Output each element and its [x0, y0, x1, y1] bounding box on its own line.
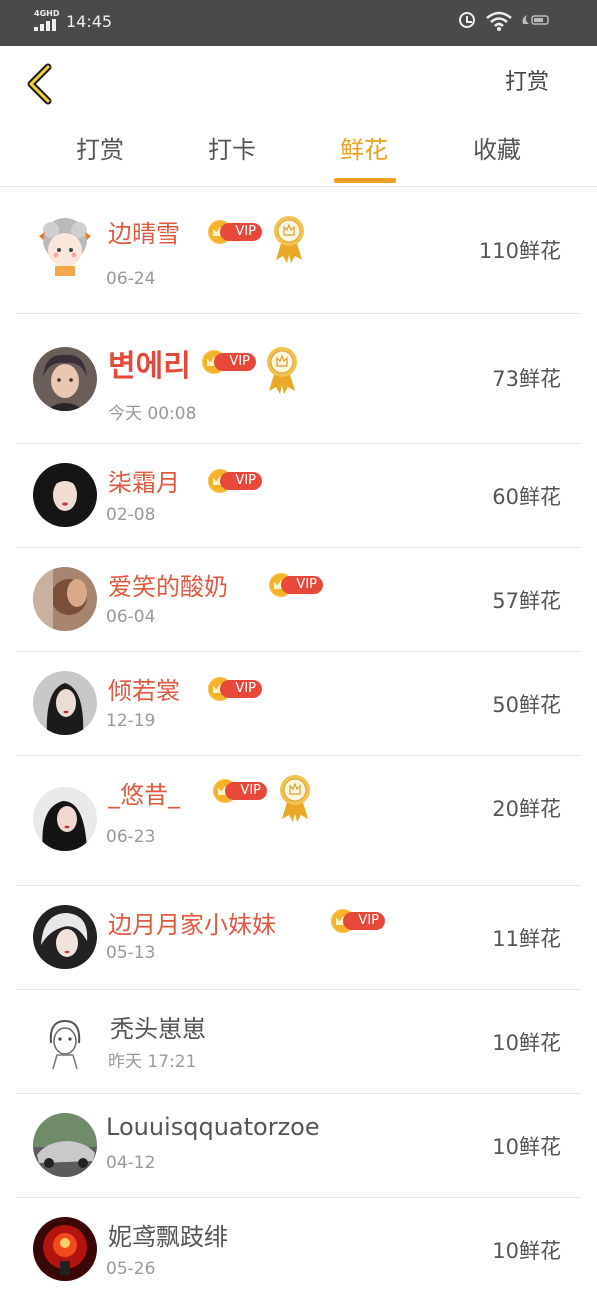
- avatar: [33, 214, 97, 278]
- network-type: 4GHD: [34, 9, 60, 18]
- vip-badge: VIP: [208, 469, 264, 493]
- flower-count: 10鲜花: [492, 1031, 561, 1055]
- flower-count: 73鲜花: [492, 367, 561, 391]
- list-item[interactable]: 爱笑的酸奶 VIP 06-04 57鲜花: [16, 547, 581, 652]
- list-item[interactable]: 边月月家小妹妹 VIP 05-13 11鲜花: [16, 885, 581, 990]
- list-item[interactable]: 倾若裳 VIP 12-19 50鲜花: [16, 651, 581, 756]
- date: 05-26: [106, 1259, 156, 1279]
- user-name: 边晴雪: [108, 220, 180, 248]
- avatar: [33, 671, 97, 735]
- flower-count: 10鲜花: [492, 1239, 561, 1263]
- date: 06-04: [106, 607, 156, 627]
- avatar: [33, 1217, 97, 1281]
- tab-reward[interactable]: 打赏: [50, 130, 150, 165]
- date: 02-08: [106, 505, 156, 525]
- vip-badge: VIP: [202, 350, 258, 374]
- vip-badge: VIP: [331, 909, 387, 933]
- date: 05-13: [106, 943, 156, 963]
- tab-flowers[interactable]: 鲜花: [314, 130, 414, 165]
- list-item[interactable]: 柒霜月 VIP 02-08 60鲜花: [16, 443, 581, 548]
- header: 打赏: [0, 46, 597, 124]
- date: 06-24: [106, 269, 156, 289]
- date: 06-23: [106, 827, 156, 847]
- clock: 14:45: [66, 12, 113, 31]
- user-name: Louuisqquatorzoe: [106, 1113, 320, 1141]
- date: 昨天 17:21: [108, 1052, 197, 1072]
- user-name: 爱笑的酸奶: [108, 573, 228, 601]
- active-tab-indicator: [334, 178, 396, 183]
- date: 12-19: [106, 711, 156, 731]
- tab-favorites[interactable]: 收藏: [447, 130, 547, 165]
- user-name: 妮鸢飘跂绯: [108, 1223, 228, 1251]
- tab-bar: 打赏 打卡 鲜花 收藏: [0, 124, 597, 187]
- status-bar: 4GHD 14:45: [0, 0, 597, 46]
- flower-count: 60鲜花: [492, 485, 561, 509]
- medal-icon: [274, 216, 304, 263]
- user-name: 秃头崽崽: [110, 1015, 206, 1043]
- battery-icon: [522, 15, 549, 25]
- flower-count: 50鲜花: [492, 693, 561, 717]
- list-item[interactable]: _悠昔_ VIP 06-23 20鲜花: [16, 755, 581, 886]
- vip-badge: VIP: [269, 573, 325, 597]
- user-name: _悠昔_: [108, 781, 180, 809]
- user-name: 柒霜月: [108, 469, 180, 497]
- vip-badge: VIP: [208, 220, 264, 244]
- list-item[interactable]: Louuisqquatorzoe 04-12 10鲜花: [16, 1093, 581, 1198]
- flower-count: 10鲜花: [492, 1135, 561, 1159]
- list-item[interactable]: 边晴雪 VIP 06-24 110鲜花: [16, 187, 581, 314]
- avatar: [33, 905, 97, 969]
- reward-header-button[interactable]: 打赏: [505, 64, 549, 96]
- medal-icon: [267, 347, 297, 394]
- back-chevron-icon[interactable]: [22, 62, 56, 106]
- medal-icon: [280, 775, 310, 822]
- tab-checkin[interactable]: 打卡: [182, 130, 282, 165]
- list-item[interactable]: 妮鸢飘跂绯 05-26 10鲜花: [16, 1197, 581, 1301]
- avatar: [33, 1009, 97, 1073]
- avatar: [33, 787, 97, 851]
- avatar: [33, 1113, 97, 1177]
- date: 04-12: [106, 1153, 156, 1173]
- list-item[interactable]: 변에리 VIP 今天 00:08 73鲜花: [16, 313, 581, 444]
- avatar: [33, 463, 97, 527]
- avatar: [33, 347, 97, 411]
- flower-count: 20鲜花: [492, 797, 561, 821]
- vip-badge: VIP: [213, 779, 269, 803]
- user-name: 변에리: [108, 349, 191, 384]
- flower-count: 57鲜花: [492, 589, 561, 613]
- vip-badge: VIP: [208, 677, 264, 701]
- avatar: [33, 567, 97, 631]
- wifi-icon: [486, 11, 512, 31]
- signal-icon: [34, 19, 58, 31]
- user-name: 边月月家小妹妹: [108, 911, 276, 939]
- list-item[interactable]: 秃头崽崽 昨天 17:21 10鲜花: [16, 989, 581, 1094]
- date: 今天 00:08: [108, 404, 197, 424]
- flower-count: 110鲜花: [478, 239, 561, 263]
- alarm-icon: [459, 12, 475, 28]
- flower-count: 11鲜花: [492, 927, 561, 951]
- user-name: 倾若裳: [108, 677, 180, 705]
